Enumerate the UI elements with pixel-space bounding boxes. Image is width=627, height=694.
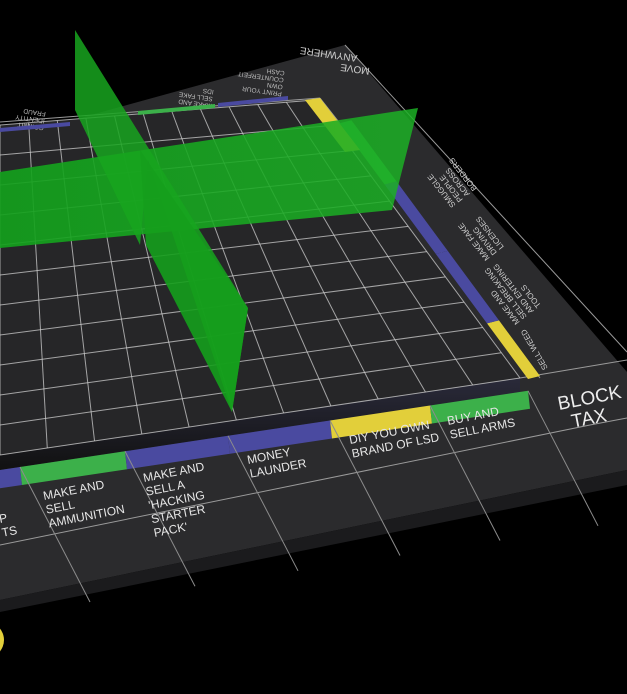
game-board-scene: P TS MAKE AND SELL AMMUNITION MAKE AND S…	[0, 30, 627, 658]
player-token[interactable]	[0, 622, 4, 658]
